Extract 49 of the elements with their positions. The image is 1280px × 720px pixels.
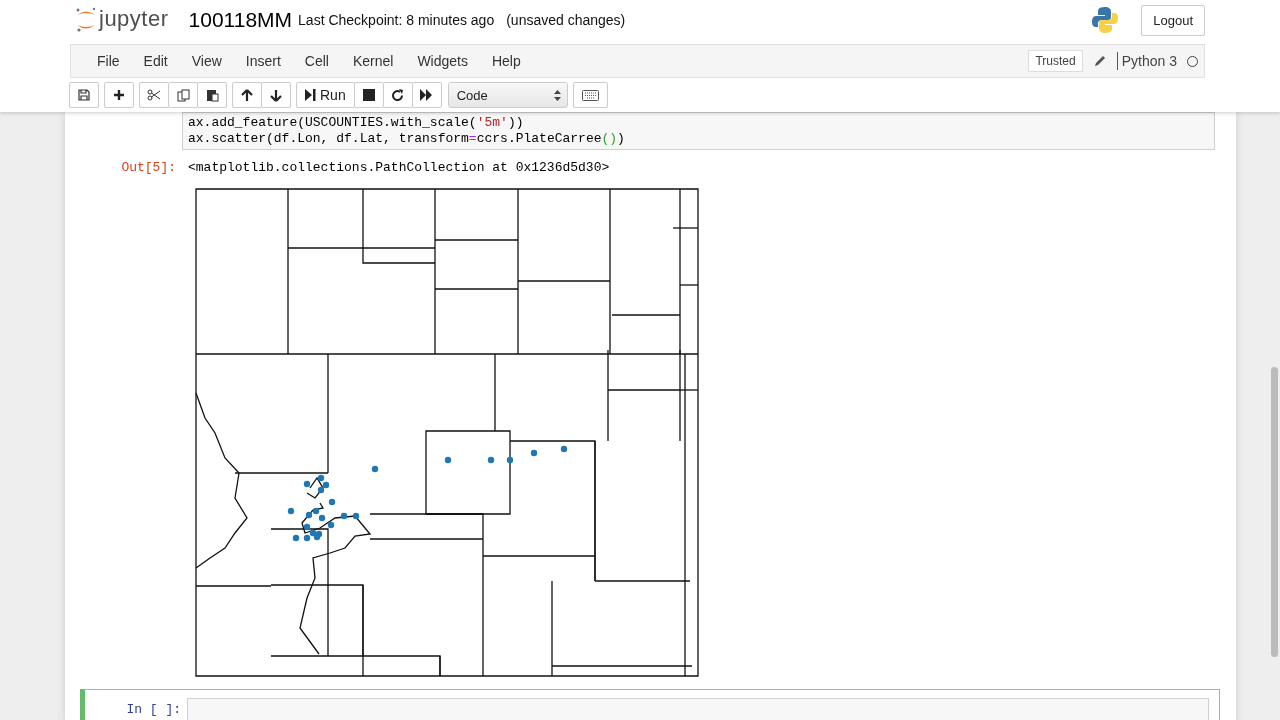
plus-icon[interactable] <box>104 82 134 108</box>
input-prompt: In [ ]: <box>125 701 182 719</box>
run-step-icon <box>305 89 316 101</box>
trusted-indicator[interactable]: Trusted <box>1028 50 1083 72</box>
kernel-name: Python 3 <box>1121 53 1177 69</box>
code-editor[interactable]: ax.add_feature(USCOUNTIES.with_scale('5m')) ax.scatter(df.Lon, df.Lat, transform=ccrs.PlateCarree()) <box>182 112 1215 150</box>
checkpoint-status: Last Checkpoint: 8 minutes ago <box>298 12 495 28</box>
menu-item[interactable]: View <box>179 53 234 69</box>
data-point <box>371 465 379 473</box>
stop-icon[interactable] <box>353 82 384 108</box>
scrollbar-thumb[interactable] <box>1271 367 1278 657</box>
pencil-icon[interactable] <box>1092 54 1107 68</box>
data-point <box>292 534 300 542</box>
logo-text: jupyter <box>99 5 169 32</box>
up-down-arrows-icon <box>553 89 561 101</box>
data-point <box>530 449 538 457</box>
fast-forward-icon[interactable] <box>411 82 442 108</box>
menu-item[interactable]: Cell <box>292 53 341 69</box>
logout-button[interactable]: Logout <box>1141 4 1205 36</box>
menu-item[interactable]: Widgets <box>405 53 480 69</box>
data-point <box>487 456 495 464</box>
output-text: <matplotlib.collections.PathCollection at 0x1236d5d30> <box>187 160 611 175</box>
menu-item[interactable]: Kernel <box>340 53 406 69</box>
notebook-name[interactable]: 100118MM <box>188 8 293 32</box>
python-logo-icon <box>1091 6 1120 34</box>
menu-item[interactable]: Help <box>479 53 533 69</box>
restart-icon[interactable] <box>382 82 413 108</box>
output-prompt: Out[5]: <box>120 159 177 177</box>
menu-item[interactable]: Edit <box>131 53 180 69</box>
data-point <box>328 498 336 506</box>
keyboard-icon[interactable] <box>572 82 608 108</box>
menu-item[interactable]: Insert <box>233 53 293 69</box>
save-status: (unsaved changes) <box>506 12 626 28</box>
data-point <box>560 445 568 453</box>
data-point <box>287 507 295 515</box>
run-button[interactable]: Run <box>296 82 355 108</box>
cell-type-dropdown[interactable]: Code <box>447 82 568 108</box>
data-point <box>340 512 348 520</box>
jupyter-logo-icon <box>75 7 97 33</box>
data-point <box>303 480 311 488</box>
arrow-down-icon[interactable] <box>261 82 291 108</box>
data-point <box>506 456 514 464</box>
data-point <box>352 512 360 520</box>
data-point <box>444 456 452 464</box>
paste-icon[interactable] <box>197 82 227 108</box>
scissors-icon[interactable] <box>139 82 169 108</box>
menu-item[interactable]: File <box>85 53 132 69</box>
arrow-up-icon[interactable] <box>232 82 262 108</box>
save-icon[interactable] <box>69 82 99 108</box>
